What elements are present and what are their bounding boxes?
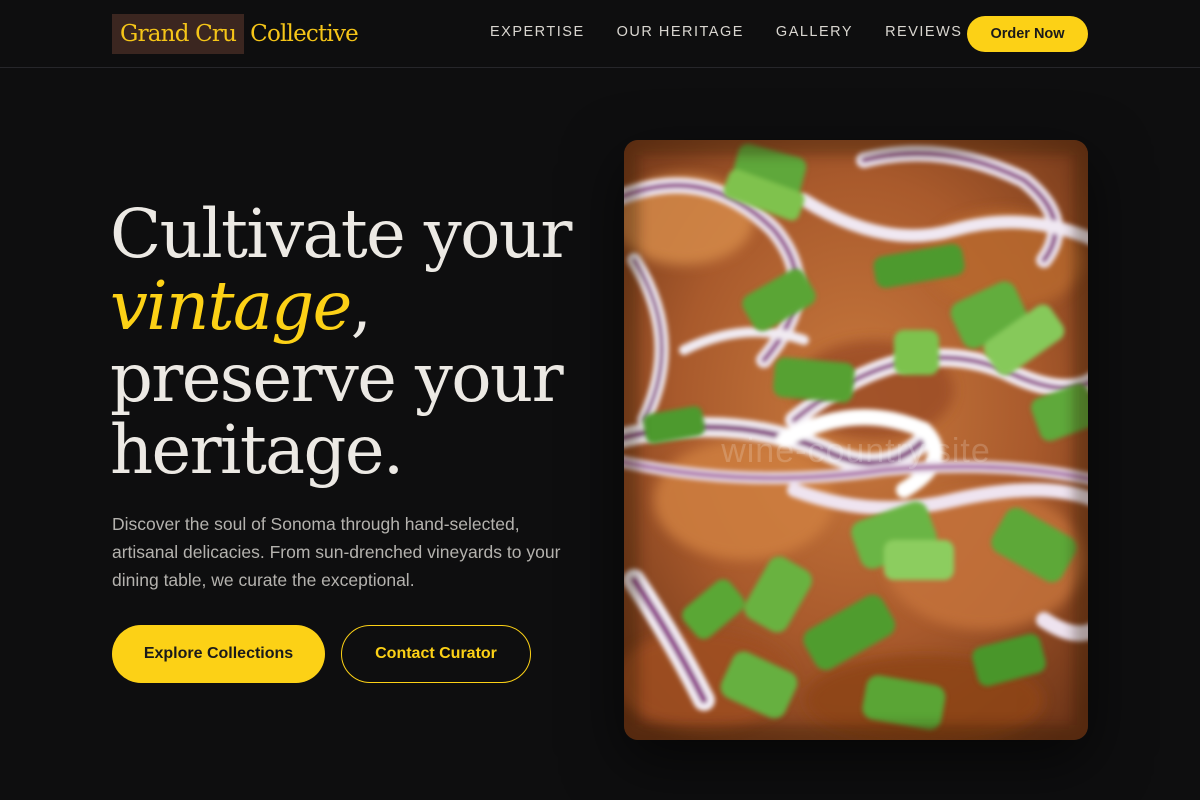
headline-line-3: preserve your [110,339,564,417]
contact-curator-button[interactable]: Contact Curator [341,625,531,683]
nav-link-our-heritage[interactable]: OUR HERITAGE [617,24,744,40]
brand-name-part1: Grand Cru [112,14,245,54]
nav-link-reviews[interactable]: REVIEWS [885,24,962,40]
headline-comma: , [350,267,372,345]
main-nav: EXPERTISE OUR HERITAGE GALLERY REVIEWS [490,24,994,40]
nav-link-expertise[interactable]: EXPERTISE [490,24,585,40]
explore-collections-button[interactable]: Explore Collections [112,625,325,683]
headline-accent-word: vintage [110,267,352,345]
hero-headline: Cultivate your vintage, preserve your he… [110,198,610,486]
hero-description: Discover the soul of Sonoma through hand… [112,514,561,590]
headline-line-4: heritage. [110,411,404,489]
order-now-button[interactable]: Order Now [967,16,1088,52]
headline-line-1: Cultivate your [110,195,572,273]
site-header: Grand Cru Collective EXPERTISE OUR HERIT… [0,0,1200,68]
brand-name-part2: Collective [250,21,359,47]
image-watermark: wine-country.site [721,432,991,470]
nav-link-gallery[interactable]: GALLERY [776,24,853,40]
hero-food-image: wine-country.site [624,140,1088,740]
brand-logo[interactable]: Grand Cru Collective [112,14,359,54]
